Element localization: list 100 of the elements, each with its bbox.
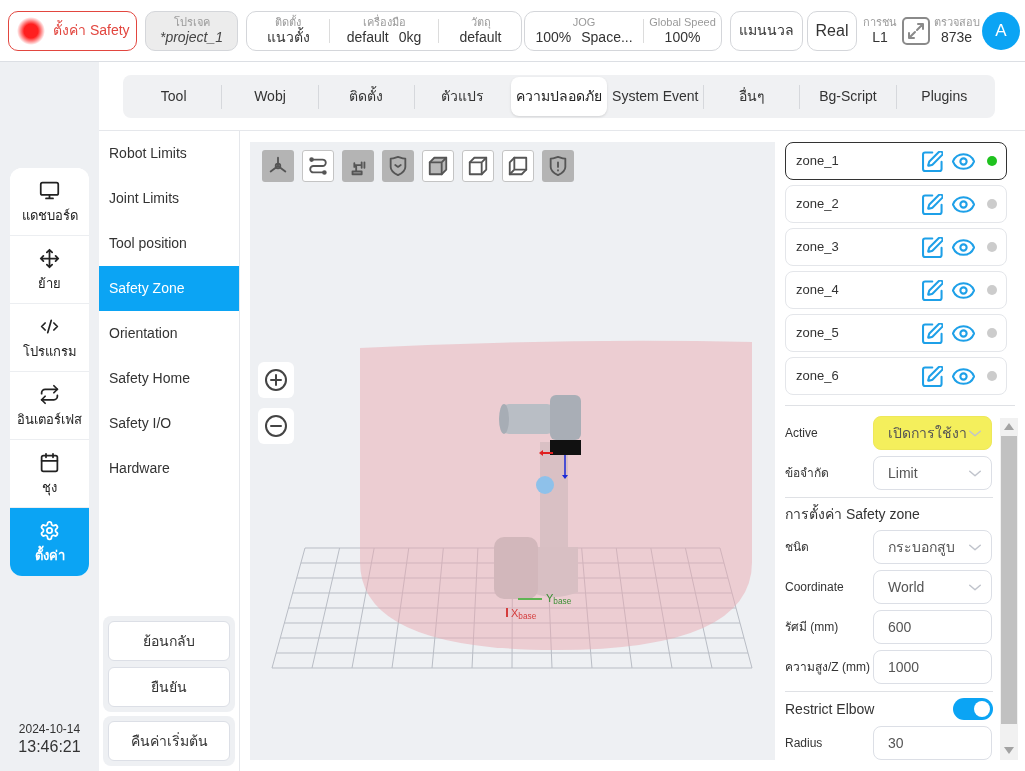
eye-icon[interactable] <box>952 195 975 213</box>
tab[interactable]: ติดตั้ง <box>318 77 414 116</box>
zone-item[interactable]: zone_6 <box>785 357 1007 395</box>
speed-button[interactable]: JOG 100% Space... <box>525 11 643 50</box>
field-label: ชนิด <box>785 539 810 556</box>
scrollbar[interactable] <box>1000 418 1018 760</box>
submenu-item[interactable]: Safety I/O <box>99 401 239 446</box>
edit-icon[interactable] <box>922 279 943 301</box>
zoom-out-icon <box>264 414 288 438</box>
submenu-item[interactable]: Joint Limits <box>99 176 239 221</box>
mode-button[interactable]: แมนนวล <box>730 10 803 51</box>
action-button[interactable]: ยืนยัน <box>108 667 230 707</box>
run-mode-button[interactable]: Real <box>807 10 857 51</box>
tab[interactable]: ตัวแปร <box>415 77 511 116</box>
alarm-light-icon <box>17 16 45 45</box>
zone-item[interactable]: zone_2 <box>785 185 1007 223</box>
select-field[interactable]: กระบอกสูบ <box>873 530 992 564</box>
setup-button[interactable]: วัตถุ default <box>439 11 522 50</box>
edit-icon[interactable] <box>922 236 943 258</box>
safety-settings-button[interactable]: ตั้งค่า Safety <box>8 10 137 51</box>
scroll-up-icon[interactable] <box>1004 423 1014 430</box>
move-icon <box>39 247 60 269</box>
chevron-down-icon <box>969 543 981 551</box>
zone-item[interactable]: zone_4 <box>785 271 1007 309</box>
view-toggle-button[interactable] <box>422 150 454 182</box>
view-toggle-button[interactable] <box>502 150 534 182</box>
eye-icon[interactable] <box>952 324 975 342</box>
reset-button[interactable]: คืนค่าเริ่มต้น <box>108 721 230 761</box>
eye-icon[interactable] <box>952 152 975 170</box>
submenu-item[interactable]: Orientation <box>99 311 239 356</box>
section-heading: การตั้งค่า Safety zone <box>785 504 921 524</box>
date-text: 2024-10-14 <box>18 721 81 737</box>
zone-name: zone_6 <box>796 367 839 386</box>
toggle-switch[interactable] <box>953 698 993 720</box>
edit-icon[interactable] <box>922 193 943 215</box>
x-axis-marker <box>506 607 508 618</box>
nav-item[interactable]: แดชบอร์ด <box>10 168 89 236</box>
input-field[interactable]: 600 <box>873 610 992 644</box>
tab[interactable]: อื่นๆ <box>703 77 800 116</box>
calendar-icon <box>39 451 60 473</box>
shield-alert-icon <box>547 155 569 177</box>
monitor-icon <box>39 179 60 201</box>
tab[interactable]: Plugins <box>896 77 992 116</box>
check-code: 873e <box>940 29 973 46</box>
setup-button[interactable]: ติดตั้ง แนวตั้ง <box>247 11 329 50</box>
submenu-item[interactable]: Robot Limits <box>99 131 239 176</box>
edit-icon[interactable] <box>922 365 943 387</box>
view-toggle-button[interactable] <box>382 150 414 182</box>
check-caption: ตรวจสอบ <box>933 15 980 29</box>
select-field[interactable]: Limit <box>873 456 992 490</box>
zone-name: zone_4 <box>796 281 839 300</box>
collision-caption: การชน <box>863 15 897 29</box>
scrollbar-thumb[interactable] <box>1001 436 1017 724</box>
expand-icon[interactable] <box>902 16 930 45</box>
zoom-in-button[interactable] <box>258 362 294 398</box>
select-field[interactable]: World <box>873 570 992 604</box>
chevron-down-icon <box>969 583 981 591</box>
zone-item[interactable]: zone_1 <box>785 142 1007 180</box>
cube-icon <box>467 155 489 177</box>
eye-icon[interactable] <box>952 367 975 385</box>
input-field[interactable]: 30 <box>873 726 992 760</box>
scroll-down-icon[interactable] <box>1004 747 1014 754</box>
speed-button[interactable]: Global Speed 100% <box>644 11 721 50</box>
path-icon <box>307 155 329 177</box>
field-label: Radius <box>785 735 824 752</box>
view-toggle-button[interactable] <box>342 150 374 182</box>
axis-label: X$_{base}$ <box>511 607 537 619</box>
select-field[interactable]: เปิดการใช้งา <box>873 416 992 450</box>
zone-name: zone_1 <box>796 152 839 171</box>
project-button[interactable]: โปรเจค *project_1 <box>145 10 238 51</box>
view-toggle-button[interactable] <box>542 150 574 182</box>
submenu-item[interactable]: Hardware <box>99 446 239 491</box>
zone-item[interactable]: zone_3 <box>785 228 1007 266</box>
field-label: ความสูง/Z (mm) <box>785 659 871 676</box>
submenu-item[interactable]: Tool position <box>99 221 239 266</box>
setup-button[interactable]: เครื่องมือ default 0kg <box>330 11 438 50</box>
view-toggle-button[interactable] <box>302 150 334 182</box>
cube-icon <box>427 155 449 177</box>
input-field[interactable]: 1000 <box>873 650 992 684</box>
tab[interactable]: Bg-Script <box>800 77 896 116</box>
edit-icon[interactable] <box>922 150 943 172</box>
eye-icon[interactable] <box>952 281 975 299</box>
edit-icon[interactable] <box>922 322 943 344</box>
chevron-down-icon <box>969 469 981 477</box>
eye-icon[interactable] <box>952 238 975 256</box>
tab[interactable]: Wobj <box>222 77 318 116</box>
zone-item[interactable]: zone_5 <box>785 314 1007 352</box>
tab[interactable]: ความปลอดภัย <box>511 77 607 116</box>
field-label: ข้อจำกัด <box>785 465 830 482</box>
tab[interactable]: System Event <box>607 77 703 116</box>
sphere-marker <box>536 476 554 494</box>
field-label: Active <box>785 425 819 442</box>
zoom-out-button[interactable] <box>258 408 294 444</box>
view-toggle-button[interactable] <box>262 150 294 182</box>
collision-level: L1 <box>872 29 888 46</box>
action-button[interactable]: ย้อนกลับ <box>108 621 230 661</box>
zone-name: zone_5 <box>796 324 839 343</box>
view-toggle-button[interactable] <box>462 150 494 182</box>
submenu-item[interactable]: Safety Home <box>99 356 239 401</box>
tab[interactable]: Tool <box>126 77 222 116</box>
